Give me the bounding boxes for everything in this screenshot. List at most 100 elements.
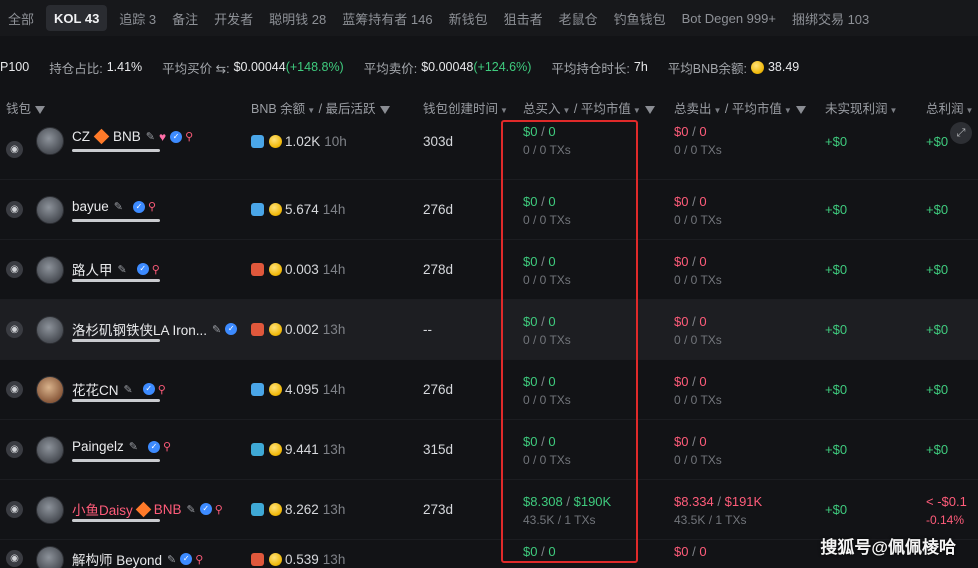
table-row[interactable]: ◉ Paingelz ✎ ✓ ⚲ 9.441 13h 315d $0 / 0 0 / 0… [0, 420, 978, 480]
buy-mcap: 0 [548, 544, 556, 559]
wallet-name[interactable]: 解构师 Beyond ✎ ✓ ⚲ [72, 549, 203, 568]
filter-icon[interactable] [35, 105, 46, 114]
col-total-sell[interactable]: 总卖出 ▼ / 平均市值 ▼ [674, 98, 806, 117]
table-row[interactable]: ◉ 路人甲 ✎ ✓ ⚲ 0.003 14h 278d $0 / 0 0 / 0 TXs … [0, 240, 978, 300]
wallet-name[interactable]: bayue ✎ ✓ ⚲ [72, 199, 156, 214]
tab-bluechip-holders[interactable]: 蓝筹持有者 146 [334, 5, 440, 31]
avatar[interactable] [36, 496, 64, 524]
tab-insiders[interactable]: 老鼠仓 [551, 5, 606, 31]
wallet-created: 278d [423, 262, 454, 277]
tab-kol[interactable]: KOL 43 [46, 5, 108, 31]
unrealized-profit: +$0 [825, 202, 848, 217]
link-icon[interactable]: ⚲ [148, 200, 156, 213]
avatar[interactable] [36, 127, 64, 155]
wallet-bar [72, 339, 160, 342]
watermark: 搜狐号@佩佩棱哈 [820, 538, 956, 557]
table-row[interactable]: ◉ bayue ✎ ✓ ⚲ 5.674 14h 276d $0 / 0 0 / 0 TX… [0, 180, 978, 240]
tab-all[interactable]: 全部 [0, 5, 42, 31]
avatar[interactable] [36, 256, 64, 284]
edit-icon[interactable]: ✎ [124, 383, 133, 396]
edit-icon[interactable]: ✎ [129, 440, 138, 453]
sort-icon[interactable]: ▼ [563, 106, 571, 115]
filter-icon[interactable] [795, 105, 806, 114]
avatar[interactable] [36, 436, 64, 464]
stats-bar: P100 持仓占比: 1.41% 平均买价 ⇆: $0.00044 (+148.8%)… [0, 56, 819, 78]
sell-amount: $0 [674, 124, 689, 139]
wallet-name[interactable]: 花花CN ✎ ✓ ⚲ [72, 379, 166, 399]
tab-phishing-wallets[interactable]: 钓鱼钱包 [606, 5, 674, 31]
unrealized-profit: +$0 [825, 382, 848, 397]
sort-icon[interactable]: ▼ [633, 106, 641, 115]
link-icon[interactable]: ⚲ [185, 130, 193, 143]
sell-amount: $0 [674, 434, 689, 449]
tab-tracked[interactable]: 追踪 3 [111, 5, 164, 31]
wallet-name[interactable]: 路人甲 ✎ ✓ ⚲ [72, 259, 160, 279]
table-row[interactable]: ◉ 小鱼Daisy BNB ✎ ✓ ⚲ 8.262 13h 273d $8.308 / $… [0, 480, 978, 540]
avatar[interactable] [36, 376, 64, 404]
sort-icon[interactable]: ▼ [500, 106, 508, 115]
col-wallet[interactable]: 钱包 [6, 98, 46, 117]
total-sell: $0 / 0 [674, 194, 707, 209]
sort-icon[interactable]: ▼ [966, 106, 974, 115]
edit-icon[interactable]: ✎ [118, 263, 127, 276]
tab-notes[interactable]: 备注 [164, 5, 206, 31]
chain-icon: ◉ [6, 321, 23, 338]
edit-icon[interactable]: ✎ [167, 553, 176, 566]
source-icon [251, 323, 264, 336]
buy-txs: 0 / 0 TXs [523, 333, 571, 347]
avg-bnb-label: 平均BNB余额: [667, 61, 747, 76]
total-profit: +$0 [926, 442, 949, 457]
link-icon[interactable]: ⚲ [215, 503, 223, 516]
link-icon[interactable]: ⚲ [195, 553, 203, 566]
link-icon[interactable]: ⚲ [163, 440, 171, 453]
col-created[interactable]: 钱包创建时间 ▼ [423, 98, 508, 117]
sort-icon[interactable]: ▼ [784, 106, 792, 115]
link-icon[interactable]: ⚲ [158, 383, 166, 396]
wallet-name-text: 洛杉矶钢铁侠LA Iron... [72, 323, 208, 338]
col-total-buy[interactable]: 总买入 ▼ / 平均市值 ▼ [523, 98, 655, 117]
tab-bundled-trades[interactable]: 捆绑交易 103 [784, 5, 877, 31]
sell-txs: 0 / 0 TXs [674, 273, 722, 287]
bnb-value: 9.441 [285, 442, 319, 457]
wallet-name[interactable]: CZ BNB ✎ ♥ ✓ ⚲ [72, 128, 193, 145]
sort-icon[interactable]: ▼ [714, 106, 722, 115]
sort-icon[interactable]: ▼ [307, 106, 315, 115]
separator: / [537, 544, 549, 559]
table-row[interactable]: ◉ CZ BNB ✎ ♥ ✓ ⚲ 1.02K 10h 303d $0 / 0 0 / 0 T… [0, 120, 978, 180]
filter-icon[interactable] [379, 105, 390, 114]
sell-mcap: 0 [699, 194, 707, 209]
col-total-profit-label: 总利润 [926, 102, 964, 116]
avatar[interactable] [36, 196, 64, 224]
col-unrealized[interactable]: 未实现利润 ▼ [825, 98, 897, 117]
tab-smart-money[interactable]: 聪明钱 28 [261, 5, 334, 31]
link-icon[interactable]: ⚲ [152, 263, 160, 276]
avatar[interactable] [36, 316, 64, 344]
tab-developer[interactable]: 开发者 [206, 5, 261, 31]
tab-bot-degen[interactable]: Bot Degen 999+ [674, 5, 784, 31]
filter-icon[interactable] [644, 105, 655, 114]
col-bnb-balance[interactable]: BNB 余额 ▼ / 最后活跃 [251, 98, 390, 117]
avg-buy-label[interactable]: 平均买价 ⇆: [162, 58, 229, 77]
sell-amount: $0 [674, 194, 689, 209]
bnb-value: 0.539 [285, 552, 319, 567]
tab-new-wallets[interactable]: 新钱包 [441, 5, 496, 31]
table-row[interactable]: ◉ 花花CN ✎ ✓ ⚲ 4.095 14h 276d $0 / 0 0 / 0 TXs… [0, 360, 978, 420]
wallet-bar [72, 399, 160, 402]
edit-icon[interactable]: ✎ [212, 323, 221, 336]
tab-snipers[interactable]: 狙击者 [496, 5, 551, 31]
verified-icon: ✓ [148, 440, 161, 453]
separator: / [688, 544, 700, 559]
expand-icon[interactable]: ⤢ [950, 122, 972, 144]
edit-icon[interactable]: ✎ [187, 503, 196, 516]
col-total-profit[interactable]: 总利润 ▼ [926, 98, 973, 117]
wallet-name[interactable]: 洛杉矶钢铁侠LA Iron... ✎ ✓ [72, 319, 238, 339]
wallet-name[interactable]: 小鱼Daisy BNB ✎ ✓ ⚲ [72, 499, 223, 519]
edit-icon[interactable]: ✎ [114, 200, 123, 213]
sort-icon[interactable]: ▼ [890, 106, 898, 115]
edit-icon[interactable]: ✎ [146, 130, 155, 143]
avatar[interactable] [36, 546, 64, 568]
sell-amount: $8.334 [674, 494, 714, 509]
wallet-name[interactable]: Paingelz ✎ ✓ ⚲ [72, 439, 171, 454]
col-last-active-label: 最后活跃 [325, 102, 376, 116]
table-row[interactable]: ◉ 洛杉矶钢铁侠LA Iron... ✎ ✓ 0.002 13h -- $0 / 0 … [0, 300, 978, 360]
